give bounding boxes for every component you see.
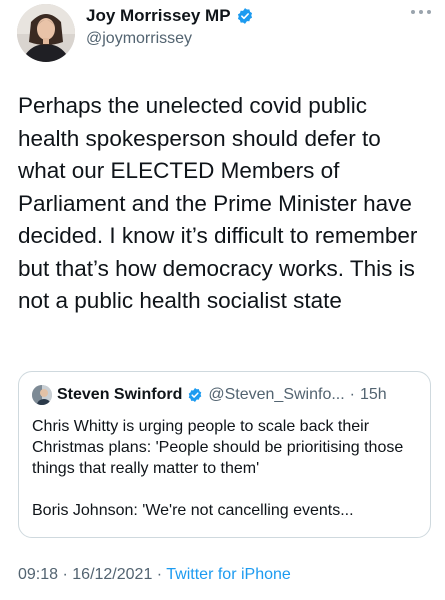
quoted-paragraph: Chris Whitty is urging people to scale b… [32,418,404,477]
tweet-text: Perhaps the unelected covid public healt… [18,93,418,313]
quoted-tweet-header: Steven Swinford @Steven_Swinfo... · 15h [32,385,387,405]
quoted-author-name: Steven Swinford [57,386,183,403]
more-options-icon[interactable] [411,8,431,16]
meta-separator: · [152,566,167,583]
quoted-author-avatar [32,385,52,405]
quoted-timestamp: 15h [360,386,387,403]
quoted-separator: · [349,386,355,403]
meta-separator: · [58,566,73,583]
quoted-tweet[interactable]: Steven Swinford @Steven_Swinfo... · 15h … [18,371,431,538]
quoted-author-handle: @Steven_Swinfo... [208,386,345,403]
quoted-paragraph: Boris Johnson: 'We're not cancelling eve… [32,502,354,519]
author-name[interactable]: Joy Morrissey MP [86,6,231,26]
tweet-time[interactable]: 09:18 [18,566,58,583]
verified-badge-icon [236,7,254,25]
tweet-date[interactable]: 16/12/2021 [72,566,152,583]
tweet-card: Joy Morrissey MP @joymorrissey Perhaps t… [0,0,445,600]
tweet-metadata: 09:18 · 16/12/2021 · Twitter for iPhone [18,566,291,584]
quoted-verified-badge-icon [187,387,203,403]
quoted-tweet-text: Chris Whitty is urging people to scale b… [32,416,422,542]
tweet-source-link[interactable]: Twitter for iPhone [166,566,291,583]
author-name-row: Joy Morrissey MP [86,6,254,26]
author-avatar[interactable] [17,4,75,62]
author-handle[interactable]: @joymorrissey [86,30,192,48]
